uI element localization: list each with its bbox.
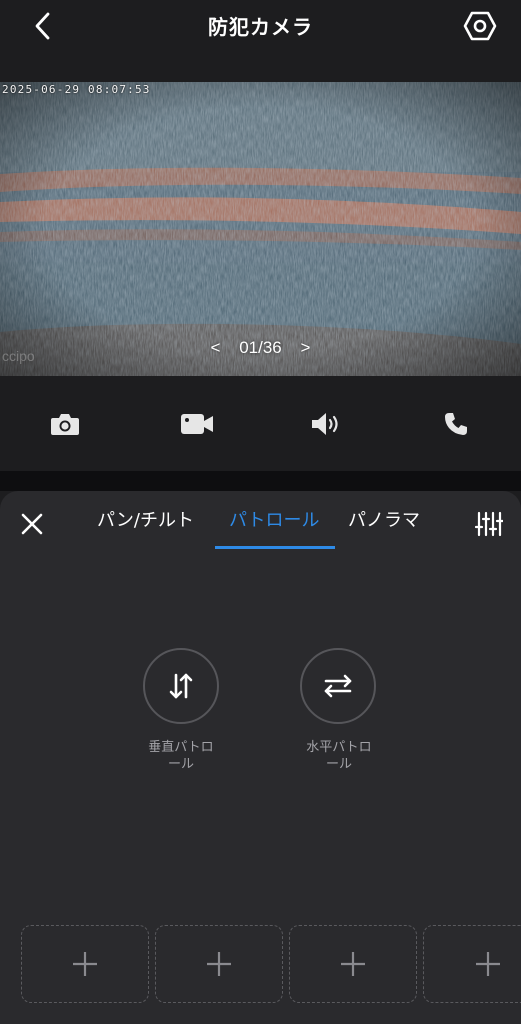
camera-icon [51, 414, 79, 435]
camera-feed-image [0, 82, 521, 376]
vertical-arrows-icon [169, 673, 193, 699]
phone-icon [445, 413, 467, 435]
tab-patrol[interactable]: パトロール [229, 506, 320, 532]
video-camera-icon [181, 414, 213, 434]
page-title: 防犯カメラ [208, 15, 313, 39]
preset-slot-3[interactable] [289, 925, 417, 1003]
video-timestamp: 2025-06-29 08:07:53 [2, 83, 151, 96]
vertical-patrol-button[interactable] [143, 648, 219, 724]
speaker-button[interactable] [306, 404, 346, 444]
close-icon [21, 513, 43, 535]
plus-icon [475, 952, 500, 976]
vertical-patrol-label: 垂直パトロ ール [126, 739, 236, 773]
preset-slot-2[interactable] [155, 925, 283, 1003]
settings-button[interactable] [460, 8, 500, 44]
view-counter: 01/36 [239, 338, 282, 357]
hex-gear-icon [463, 11, 497, 41]
horizontal-patrol-label-line2: ール [325, 757, 352, 772]
record-button[interactable] [177, 404, 217, 444]
next-view-button[interactable]: > [289, 338, 323, 358]
preset-slot-1[interactable] [21, 925, 149, 1003]
plus-icon [73, 952, 97, 976]
active-tab-indicator [215, 546, 335, 549]
adjust-settings-button[interactable] [472, 507, 506, 541]
plus-icon [207, 952, 231, 976]
live-video-view[interactable]: 2025-06-29 08:07:53 ccipo < 01/36 > [0, 82, 521, 376]
camera-control-bar [0, 376, 521, 471]
top-bar: 防犯カメラ [0, 0, 521, 82]
tab-panorama[interactable]: パノラマ [348, 506, 420, 532]
snapshot-button[interactable] [45, 404, 85, 444]
horizontal-patrol-label: 水平パトロ ール [284, 739, 394, 773]
speaker-icon [312, 413, 338, 435]
vertical-patrol-label-line2: ール [167, 757, 194, 772]
preset-slot-4[interactable] [423, 925, 521, 1003]
video-pager: < 01/36 > [0, 338, 521, 358]
sliders-icon [475, 511, 503, 537]
tab-pan-tilt[interactable]: パン/チルト [97, 506, 194, 532]
plus-icon [341, 952, 365, 976]
call-button[interactable] [436, 404, 476, 444]
prev-view-button[interactable]: < [199, 338, 233, 358]
horizontal-arrows-icon [324, 674, 352, 698]
horizontal-patrol-button[interactable] [300, 648, 376, 724]
close-panel-button[interactable] [16, 508, 48, 540]
horizontal-patrol-label-line1: 水平パトロ [306, 740, 372, 755]
vertical-patrol-label-line1: 垂直パトロ [148, 740, 214, 755]
ptz-control-panel: パン/チルト パトロール パノラマ 垂直パトロ ール 水平パトロ ール [0, 491, 521, 1024]
section-divider [0, 471, 521, 491]
